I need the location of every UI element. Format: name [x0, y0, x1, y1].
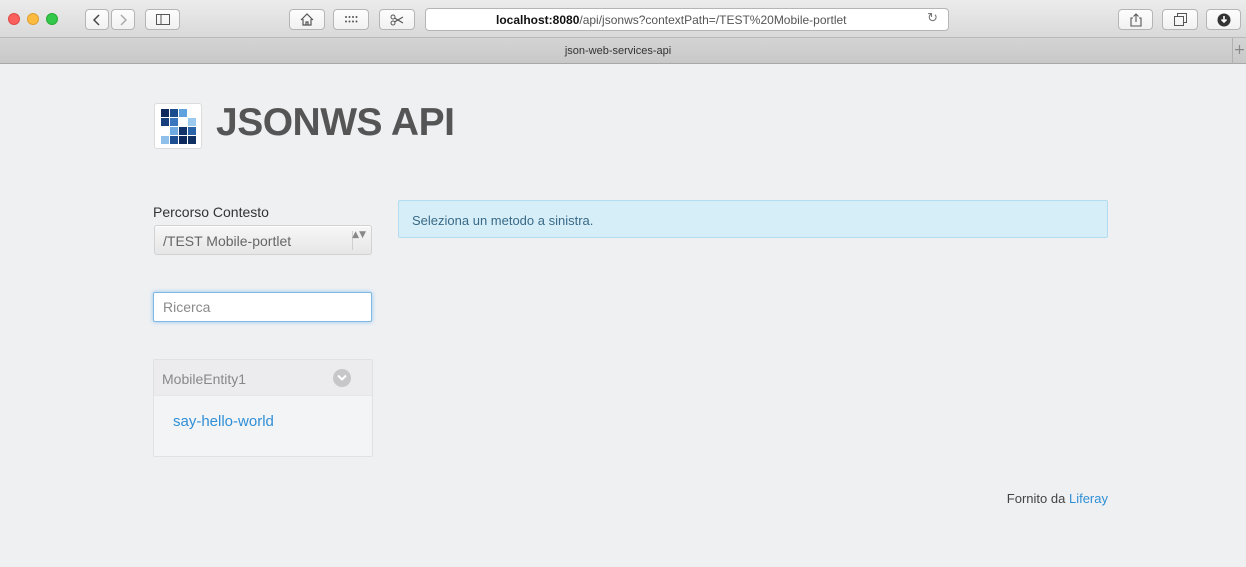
zoom-window-button[interactable]	[46, 13, 58, 25]
footer-prefix: Fornito da	[1006, 491, 1066, 506]
reload-icon[interactable]: ↻	[927, 11, 938, 26]
liferay-link[interactable]: Liferay	[1069, 491, 1108, 506]
top-sites-button[interactable]	[333, 9, 369, 30]
close-window-button[interactable]	[8, 13, 20, 25]
context-path-label: Percorso Contesto	[153, 204, 269, 220]
info-alert: Seleziona un metodo a sinistra.	[398, 200, 1108, 238]
chevron-left-icon	[93, 13, 100, 26]
download-icon	[1217, 13, 1230, 26]
browser-toolbar: localhost:8080/api/jsonws?contextPath=/T…	[0, 0, 1246, 38]
footer: Fornito da Liferay	[1007, 491, 1108, 506]
tab-bar: json-web-services-api +	[0, 38, 1246, 64]
search-input[interactable]	[153, 292, 372, 322]
liferay-logo-icon	[161, 109, 196, 144]
service-group-panel: MobileEntity1 say-hello-world	[153, 359, 373, 457]
share-button[interactable]	[1118, 9, 1153, 30]
home-icon	[300, 13, 314, 26]
context-path-select[interactable]: /TEST Mobile-portlet ▲▼	[154, 225, 372, 255]
logo	[154, 103, 202, 149]
method-link-say-hello-world[interactable]: say-hello-world	[173, 413, 274, 430]
address-bar[interactable]: localhost:8080/api/jsonws?contextPath=/T…	[425, 8, 949, 31]
sidebar-toggle-button[interactable]	[145, 9, 180, 30]
downloads-button[interactable]	[1206, 9, 1241, 30]
url-text: localhost:8080/api/jsonws?contextPath=/T…	[496, 13, 847, 27]
forward-button[interactable]	[111, 9, 135, 30]
info-alert-text: Seleziona un metodo a sinistra.	[412, 213, 594, 228]
page-title: JSONWS API	[216, 101, 455, 144]
context-path-value: /TEST Mobile-portlet	[163, 233, 292, 249]
minimize-window-button[interactable]	[27, 13, 39, 25]
chevron-right-icon	[120, 13, 127, 26]
new-tab-button[interactable]: +	[1232, 38, 1246, 64]
service-group-title: MobileEntity1	[162, 371, 247, 387]
sidebar-icon	[155, 14, 170, 25]
chevron-down-icon[interactable]	[333, 369, 351, 387]
back-button[interactable]	[85, 9, 109, 30]
service-group-header[interactable]: MobileEntity1	[154, 360, 372, 396]
select-arrows-icon: ▲▼	[352, 230, 366, 240]
grid-icon	[345, 16, 358, 23]
tabs-icon	[1173, 13, 1187, 26]
clip-button[interactable]	[379, 9, 415, 30]
tabs-overview-button[interactable]	[1162, 9, 1198, 30]
tab-json-web-services-api[interactable]: json-web-services-api	[0, 45, 1236, 57]
scissors-icon	[390, 14, 404, 25]
home-button[interactable]	[289, 9, 325, 30]
share-icon	[1129, 12, 1142, 27]
